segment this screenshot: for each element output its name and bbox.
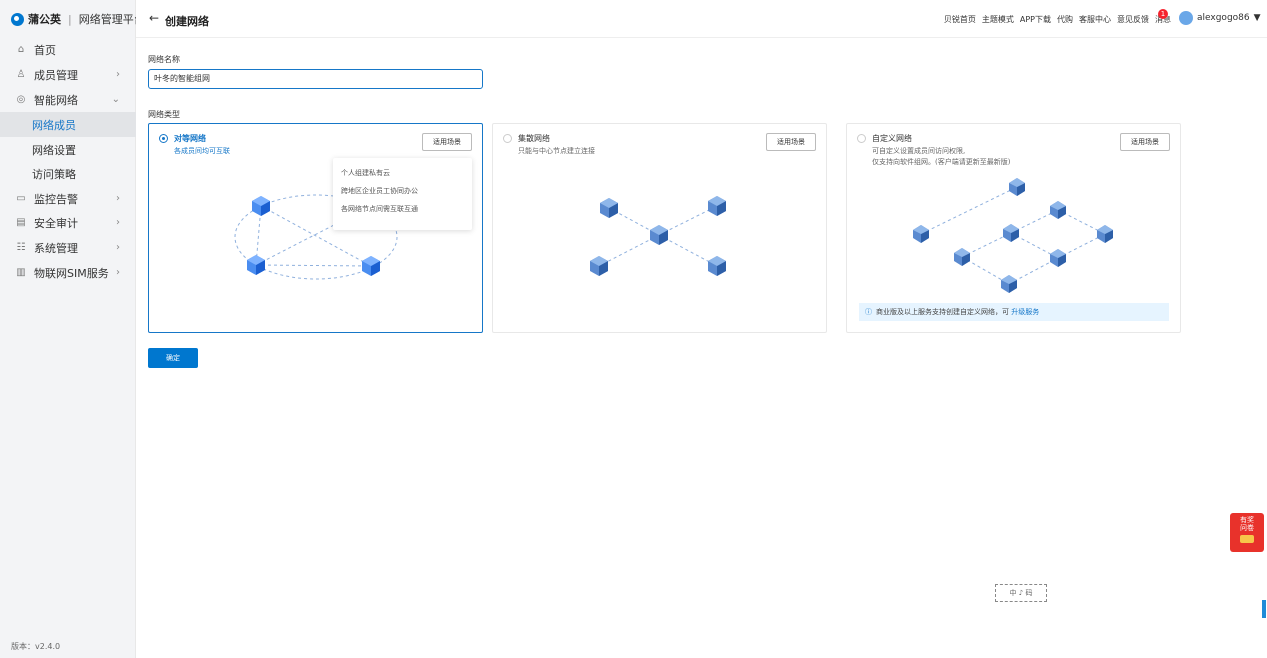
node-cube-icon: [600, 198, 618, 218]
link-app-download[interactable]: APP下载: [1020, 14, 1051, 25]
node-cube-icon: [1050, 249, 1066, 267]
avatar: [1179, 11, 1193, 25]
upgrade-notice: ⓘ 商业版及以上服务支持创建自定义网络，可 升级服务: [859, 303, 1169, 321]
hub-cube-icon: [650, 225, 668, 245]
brand-divider: |: [68, 12, 72, 26]
tooltip-item: 跨地区企业员工协同办公: [341, 187, 418, 195]
sidebar-item-label: 物联网SIM服务: [34, 266, 109, 280]
link-oray-home[interactable]: 贝锐首页: [944, 14, 976, 25]
sidebar-item-security-audit[interactable]: ▤ 安全审计 ›: [0, 210, 136, 235]
chevron-right-icon: ›: [116, 217, 120, 228]
audit-icon: ▤: [16, 217, 26, 228]
node-cube-icon: [247, 255, 265, 275]
gift-label-line: 问卷: [1240, 524, 1254, 532]
network-icon: ◎: [16, 94, 26, 105]
sim-icon: ▥: [16, 267, 26, 278]
sidebar-item-members[interactable]: ♙ 成员管理 ›: [0, 62, 136, 87]
network-type-label: 网络类型: [148, 110, 180, 119]
message-count-badge: 1: [1158, 9, 1168, 19]
info-icon: ⓘ: [865, 308, 872, 316]
user-icon: ♙: [16, 69, 26, 80]
link-proxy-purchase[interactable]: 代购: [1057, 14, 1073, 25]
top-bar: ← 创建网络 贝锐首页 主题模式 APP下载 代购 客服中心 意见反馈 消息 1…: [136, 0, 1267, 38]
platform-name: 网络管理平台: [78, 13, 145, 26]
home-icon: ⌂: [17, 44, 25, 55]
sidebar-item-label: 网络成员: [32, 118, 76, 132]
node-cube-icon: [1009, 178, 1025, 196]
monitor-icon: ▭: [16, 193, 26, 204]
network-name-label: 网络名称: [148, 55, 180, 64]
gift-icon: [1240, 535, 1254, 543]
username: alexgogo86: [1197, 13, 1250, 23]
confirm-button[interactable]: 确定: [148, 348, 198, 368]
node-cube-icon: [708, 196, 726, 216]
sidebar-item-monitoring[interactable]: ▭ 监控告警 ›: [0, 186, 136, 211]
notice-text: 商业版及以上服务支持创建自定义网络，可: [876, 308, 1009, 316]
top-links: 贝锐首页 主题模式 APP下载 代购 客服中心 意见反馈 消息: [944, 14, 1171, 25]
node-cube-icon: [913, 225, 929, 243]
system-icon: ☷: [16, 242, 26, 253]
node-cube-icon: [954, 248, 970, 266]
version-label: 版本：v2.4.0: [11, 642, 61, 651]
node-cube-icon: [1003, 224, 1019, 242]
custom-network-diagram: [913, 178, 1113, 293]
node-cube-icon: [1050, 201, 1066, 219]
sidebar-item-label: 系统管理: [34, 241, 78, 255]
hub-network-diagram: [590, 196, 726, 276]
tooltip-item: 各网络节点间需互联互通: [341, 205, 418, 213]
upgrade-service-link[interactable]: 升级服务: [1011, 308, 1039, 316]
link-feedback[interactable]: 意见反馈: [1117, 14, 1149, 25]
node-cube-icon: [252, 196, 270, 216]
node-cube-icon: [708, 256, 726, 276]
card-peer-network[interactable]: 对等网络 各成员间均可互联 适用场景 个人组建私有云 跨地区企业员工协同办公 各…: [148, 123, 483, 333]
gift-label-line: 有奖: [1240, 516, 1254, 524]
sidebar-item-iot-sim[interactable]: ▥ 物联网SIM服务 ›: [0, 260, 136, 285]
node-cube-icon: [590, 256, 608, 276]
edge-tab[interactable]: [1262, 600, 1266, 618]
back-arrow-icon[interactable]: ←: [149, 11, 159, 25]
sidebar-item-smart-network[interactable]: ◎ 智能网络 ⌄: [0, 87, 136, 112]
brand-name: 蒲公英: [28, 13, 61, 26]
chevron-right-icon: ›: [116, 242, 120, 253]
sidebar-item-label: 智能网络: [34, 93, 78, 107]
card-hub-network[interactable]: 集散网络 只能与中心节点建立连接 适用场景: [492, 123, 827, 333]
user-menu[interactable]: alexgogo86 ▼: [1179, 11, 1261, 25]
sidebar-item-access-policy[interactable]: 访问策略: [0, 161, 136, 186]
sidebar-item-network-settings[interactable]: 网络设置: [0, 137, 136, 162]
chevron-right-icon: ›: [116, 69, 120, 80]
sidebar-item-label: 网络设置: [32, 143, 76, 157]
node-cube-icon: [1097, 225, 1113, 243]
chevron-right-icon: ›: [116, 193, 120, 204]
tooltip-item: 个人组建私有云: [341, 169, 390, 177]
network-name-input[interactable]: 叶冬的智能组网: [148, 69, 483, 89]
node-cube-icon: [362, 256, 380, 276]
sidebar-item-label: 访问策略: [32, 167, 76, 181]
sidebar-item-label: 首页: [34, 43, 56, 57]
chevron-right-icon: ›: [116, 267, 120, 278]
node-link: [255, 264, 372, 267]
sidebar-item-label: 成员管理: [34, 68, 78, 82]
app-logo[interactable]: 蒲公英 | 网络管理平台: [11, 11, 145, 27]
page-title: 创建网络: [165, 15, 209, 28]
chevron-down-icon: ⌄: [111, 94, 120, 105]
caret-down-icon: ▼: [1253, 13, 1261, 23]
sidebar-item-label: 安全审计: [34, 216, 78, 230]
sidebar-item-home[interactable]: ⌂ 首页: [0, 37, 136, 62]
main-content: 网络名称 叶冬的智能组网 网络类型 对等网络 各成员间均可互联 适用场景 个人组…: [136, 38, 1267, 658]
node-cube-icon: [1001, 275, 1017, 293]
scenario-tooltip: 个人组建私有云 跨地区企业员工协同办公 各网络节点间需互联互通: [333, 158, 472, 230]
survey-gift-widget[interactable]: 有奖 问卷: [1230, 513, 1264, 552]
sidebar-item-label: 监控告警: [34, 192, 78, 206]
card-custom-network[interactable]: 自定义网络 可自定义设置成员间访问权限, 仅支持向软件组网。(客户端请更新至最新…: [846, 123, 1181, 333]
link-theme-mode[interactable]: 主题模式: [982, 14, 1014, 25]
sidebar-item-system[interactable]: ☷ 系统管理 ›: [0, 235, 136, 260]
link-service-center[interactable]: 客服中心: [1079, 14, 1111, 25]
sidebar-item-network-members[interactable]: 网络成员: [0, 112, 136, 137]
dandelion-logo-icon: [11, 12, 24, 26]
node-link: [920, 186, 1018, 235]
stamp-watermark: 中 ♪ 码: [995, 584, 1047, 602]
sidebar: 蒲公英 | 网络管理平台 ⌂ 首页 ♙ 成员管理 › ◎ 智能网络 ⌄ 网络成员…: [0, 0, 145, 658]
